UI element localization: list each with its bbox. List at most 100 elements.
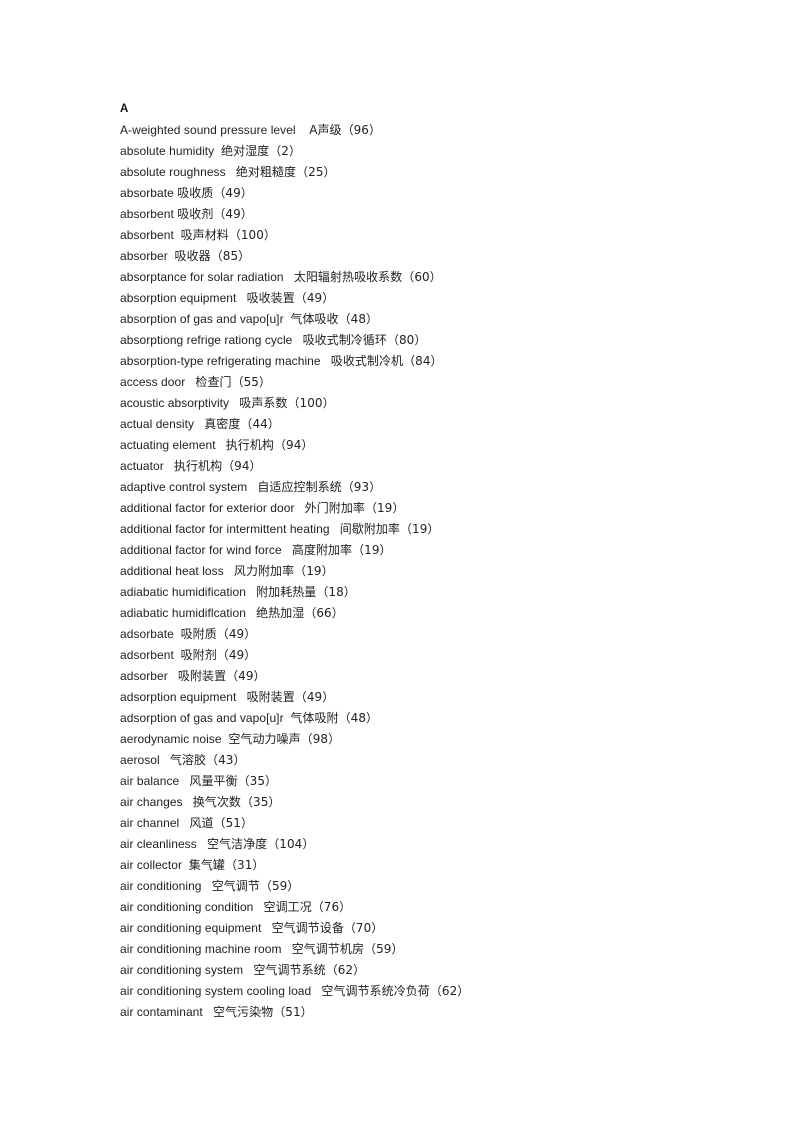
entry-term: adsorption of gas and vapo[u]r — [120, 711, 284, 725]
entry-page-reference: （94） — [222, 459, 262, 473]
glossary-entry: absorption equipment 吸收装置（49） — [120, 288, 740, 309]
entry-page-reference: （19） — [399, 522, 440, 536]
entry-term: adiabatic humidification — [120, 585, 246, 599]
entry-term: adsorption equipment — [120, 690, 237, 704]
entry-page-reference: （35） — [237, 774, 278, 788]
entry-page-reference: （48） — [338, 711, 379, 725]
entry-page-reference: （49） — [226, 669, 266, 683]
entry-term: aerodynamic noise — [120, 732, 222, 746]
entry-term: absolute roughness — [120, 165, 226, 179]
entry-translation: 空气污染物 — [212, 1005, 274, 1019]
entry-term: absolute humidity — [120, 144, 215, 158]
glossary-entry: additional factor for intermittent heati… — [120, 519, 740, 540]
entry-gap — [226, 165, 236, 179]
glossary-entry: air balance 风量平衡（35） — [120, 771, 740, 792]
entry-gap — [197, 837, 207, 851]
entry-gap — [236, 690, 246, 704]
entry-translation: 外门附加率 — [304, 501, 365, 515]
entry-translation: 吸收式制冷机 — [330, 354, 404, 368]
entry-gap — [174, 228, 181, 242]
entry-term: absorptiong refrige rationg cycle — [120, 333, 293, 347]
entry-term: acoustic absorptivity — [120, 396, 230, 410]
entry-gap — [174, 648, 181, 662]
entry-gap — [247, 480, 257, 494]
document-page: A A-weighted sound pressure level A声级（96… — [0, 0, 793, 1122]
entry-translation: 执行机构 — [225, 438, 274, 452]
entry-gap — [321, 354, 331, 368]
entry-gap — [253, 900, 263, 914]
entry-term: air conditioning — [120, 879, 202, 893]
entry-term: adsorber — [120, 669, 168, 683]
entry-translation: 附加耗热量 — [256, 585, 317, 599]
entry-gap — [164, 459, 174, 473]
entry-translation: 气体吸收 — [290, 312, 339, 326]
entry-translation: 空气调节系统冷负荷 — [321, 984, 430, 998]
glossary-entry: adiabatic humidiflcation 绝热加湿（66） — [120, 603, 740, 624]
glossary-entry: absorber 吸收器（85） — [120, 246, 740, 267]
glossary-entry: actuating element 执行机构（94） — [120, 435, 740, 456]
entry-term: absorptance for solar radiation — [120, 270, 284, 284]
glossary-entry: adaptive control system 自适应控制系统（93） — [120, 477, 740, 498]
entry-translation: 空气调节系统 — [253, 963, 326, 977]
entry-gap — [179, 816, 189, 830]
entry-translation: 吸声材料 — [180, 228, 229, 242]
entry-gap — [203, 1005, 213, 1019]
glossary-entry: A-weighted sound pressure level A声级（96） — [120, 120, 740, 141]
section-letter-heading: A — [120, 103, 129, 115]
entry-term: absorption equipment — [120, 291, 237, 305]
entry-gap — [168, 249, 175, 263]
glossary-entry: absorption-type refrigerating machine 吸收… — [120, 351, 740, 372]
glossary-entry: absorptiong refrige rationg cycle 吸收式制冷循… — [120, 330, 740, 351]
glossary-entry: absorbent 吸收剂（49） — [120, 204, 740, 225]
glossary-entry: adsorber 吸附装置（49） — [120, 666, 740, 687]
glossary-entry: air conditioning machine room 空气调节机房（59） — [120, 939, 740, 960]
entry-term: air conditioning machine room — [120, 942, 282, 956]
entry-page-reference: （49） — [213, 207, 253, 221]
entry-translation: 空气洁净度 — [206, 837, 268, 851]
glossary-entry: air conditioning condition 空调工况（76） — [120, 897, 740, 918]
entry-term: air balance — [120, 774, 180, 788]
entry-term: air cleanliness — [120, 837, 197, 851]
entry-page-reference: （60） — [402, 270, 442, 284]
entry-term: air conditioning system cooling load — [120, 984, 312, 998]
entry-translation: 吸声系数 — [239, 396, 288, 410]
glossary-entry: aerosol 气溶胶（43） — [120, 750, 740, 771]
glossary-entry: absolute roughness 绝对粗糙度（25） — [120, 162, 740, 183]
entry-gap — [246, 606, 256, 620]
entry-page-reference: （51） — [273, 1005, 313, 1019]
entry-page-reference: （93） — [341, 480, 382, 494]
entry-page-reference: （84） — [403, 354, 443, 368]
entry-gap — [295, 501, 305, 515]
entry-page-reference: （80） — [386, 333, 427, 347]
entry-translation: 换气次数 — [192, 795, 241, 809]
entry-term: access door — [120, 375, 186, 389]
entry-gap — [182, 858, 189, 872]
entry-translation: A声级 — [309, 123, 342, 137]
entry-page-reference: （59） — [364, 942, 404, 956]
entry-page-reference: （44） — [240, 417, 280, 431]
glossary-entry: adiabatic humidification 附加耗热量（18） — [120, 582, 740, 603]
entry-page-reference: （62） — [429, 984, 470, 998]
entry-gap — [224, 564, 234, 578]
entry-term: absorbent — [120, 207, 174, 221]
entry-page-reference: （96） — [341, 123, 382, 137]
entry-page-reference: （100） — [287, 396, 335, 410]
entry-page-reference: （98） — [300, 732, 341, 746]
glossary-entry: actual density 真密度（44） — [120, 414, 740, 435]
entry-term: aerosol — [120, 753, 160, 767]
entry-page-reference: （25） — [296, 165, 336, 179]
entry-term: adsorbate — [120, 627, 174, 641]
glossary-entry: acoustic absorptivity 吸声系数（100） — [120, 393, 740, 414]
entry-term: absorbate — [120, 186, 174, 200]
entry-term: additional factor for intermittent heati… — [120, 522, 330, 536]
glossary-entry: air collector 集气罐（31） — [120, 855, 740, 876]
entry-translation: 风量平衡 — [189, 774, 238, 788]
entry-translation: 吸收器 — [174, 249, 211, 263]
entry-translation: 绝热加湿 — [256, 606, 305, 620]
entry-translation: 空气调节设备 — [271, 921, 344, 935]
entry-term: actuating element — [120, 438, 216, 452]
entry-term: adaptive control system — [120, 480, 248, 494]
entry-term: adsorbent — [120, 648, 174, 662]
glossary-entry: aerodynamic noise 空气动力噪声（98） — [120, 729, 740, 750]
glossary-entry: air conditioning 空气调节（59） — [120, 876, 740, 897]
